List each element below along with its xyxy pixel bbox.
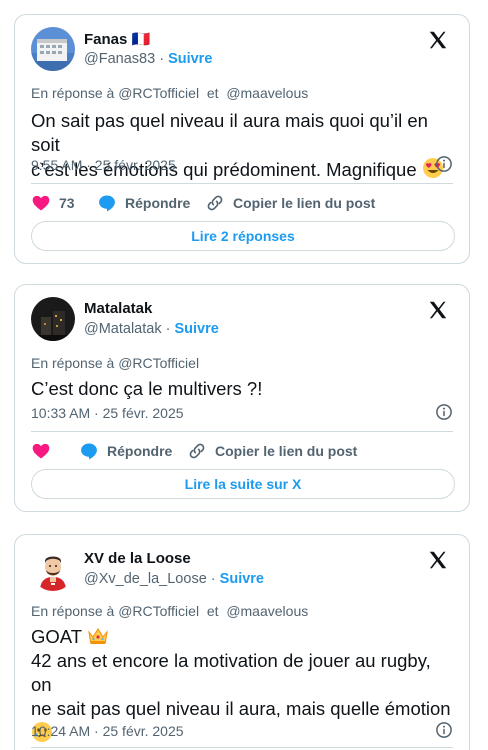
copy-link-button[interactable]: Copier le lien du post (187, 439, 357, 463)
copy-link-button[interactable]: Copier le lien du post (205, 191, 375, 215)
post-card: Fanas 🇫🇷 @Fanas83 · Suivre En réponse à … (14, 14, 470, 264)
follow-button[interactable]: Suivre (168, 51, 212, 67)
info-icon[interactable] (435, 155, 453, 173)
separator-dot: · (210, 571, 216, 587)
reply-and: et (206, 603, 219, 619)
post-header: XV de la Loose @Xv_de_la_Loose · Suivre (31, 547, 451, 591)
author-handle[interactable]: @Matalatak (84, 321, 162, 337)
post-text-line: ne sait pas quel niveau il aura, mais qu… (31, 698, 451, 719)
post-timestamp[interactable]: 10:33 AM · 25 févr. 2025 (31, 405, 184, 421)
speech-bubble-icon (99, 195, 115, 212)
reply-context: En réponse à @RCTofficiel et @maavelous (31, 603, 308, 619)
author-handle[interactable]: @Xv_de_la_Loose (84, 571, 207, 587)
link-icon (189, 443, 205, 459)
x-logo-icon[interactable] (427, 29, 449, 51)
post-text-line: 42 ans et encore la motivation de jouer … (31, 650, 431, 695)
read-replies-button[interactable]: Lire 2 réponses (31, 221, 455, 251)
reply-mention[interactable]: @maavelous (226, 603, 308, 619)
reply-and: et (206, 85, 219, 101)
info-icon[interactable] (435, 403, 453, 421)
avatar[interactable] (31, 27, 75, 71)
like-button[interactable] (31, 439, 59, 463)
follow-button[interactable]: Suivre (220, 571, 264, 587)
read-more-button[interactable]: Lire la suite sur X (31, 469, 455, 499)
post-card: XV de la Loose @Xv_de_la_Loose · Suivre … (14, 534, 470, 750)
reply-label: Répondre (107, 443, 173, 459)
copy-link-label: Copier le lien du post (215, 443, 358, 459)
heart-icon (32, 195, 50, 211)
reply-mention[interactable]: @RCTofficiel (118, 85, 199, 101)
separator-dot: · (165, 321, 171, 337)
post-actions: Répondre Copier le lien du post (31, 439, 451, 463)
author-name[interactable]: Fanas 🇫🇷 (84, 30, 150, 48)
separator-dot: · (159, 51, 165, 67)
post-text-line-with-emoji: GOAT (31, 625, 455, 649)
copy-link-label: Copier le lien du post (233, 195, 376, 211)
post-header: Matalatak @Matalatak · Suivre (31, 297, 451, 341)
like-count: 73 (59, 195, 75, 211)
reply-button[interactable]: Répondre (97, 191, 190, 215)
crown-emoji-icon (88, 628, 108, 644)
x-logo-icon[interactable] (427, 299, 449, 321)
info-icon[interactable] (435, 721, 453, 739)
speech-bubble-icon (81, 443, 97, 460)
reply-prefix: En réponse à (31, 355, 115, 371)
reply-prefix: En réponse à (31, 603, 115, 619)
divider (31, 747, 453, 748)
post-timestamp[interactable]: 9:55 AM · 25 févr. 2025 (31, 157, 176, 173)
post-card: Matalatak @Matalatak · Suivre En réponse… (14, 284, 470, 512)
author-handle-line: @Matalatak · Suivre (84, 321, 219, 337)
reply-button[interactable]: Répondre (79, 439, 172, 463)
author-name[interactable]: Matalatak (84, 300, 152, 317)
like-button[interactable]: 73 (31, 191, 75, 215)
avatar[interactable] (31, 297, 75, 341)
divider (31, 431, 453, 432)
author-name[interactable]: XV de la Loose (84, 550, 191, 567)
reply-context: En réponse à @RCTofficiel et @maavelous (31, 85, 308, 101)
link-icon (207, 195, 223, 211)
follow-button[interactable]: Suivre (175, 321, 219, 337)
heart-icon (32, 443, 50, 459)
author-handle-line: @Fanas83 · Suivre (84, 51, 212, 67)
post-timestamp[interactable]: 10:24 AM · 25 févr. 2025 (31, 723, 184, 739)
reply-label: Répondre (125, 195, 191, 211)
reply-prefix: En réponse à (31, 85, 115, 101)
post-header: Fanas 🇫🇷 @Fanas83 · Suivre (31, 27, 451, 71)
post-text-line: On sait pas quel niveau il aura mais quo… (31, 110, 428, 155)
avatar[interactable] (31, 547, 75, 591)
post-text: C’est donc ça le multivers ?! (31, 378, 263, 399)
reply-mention[interactable]: @RCTofficiel (118, 355, 199, 371)
reply-context: En réponse à @RCTofficiel (31, 355, 199, 371)
x-logo-icon[interactable] (427, 549, 449, 571)
reply-mention[interactable]: @maavelous (226, 85, 308, 101)
post-actions: 73 Répondre Copier le lien du post (31, 191, 451, 215)
post-text-line: GOAT (31, 626, 82, 647)
author-handle-line: @Xv_de_la_Loose · Suivre (84, 571, 264, 587)
reply-mention[interactable]: @RCTofficiel (118, 603, 199, 619)
author-handle[interactable]: @Fanas83 (84, 51, 155, 67)
divider (31, 183, 453, 184)
